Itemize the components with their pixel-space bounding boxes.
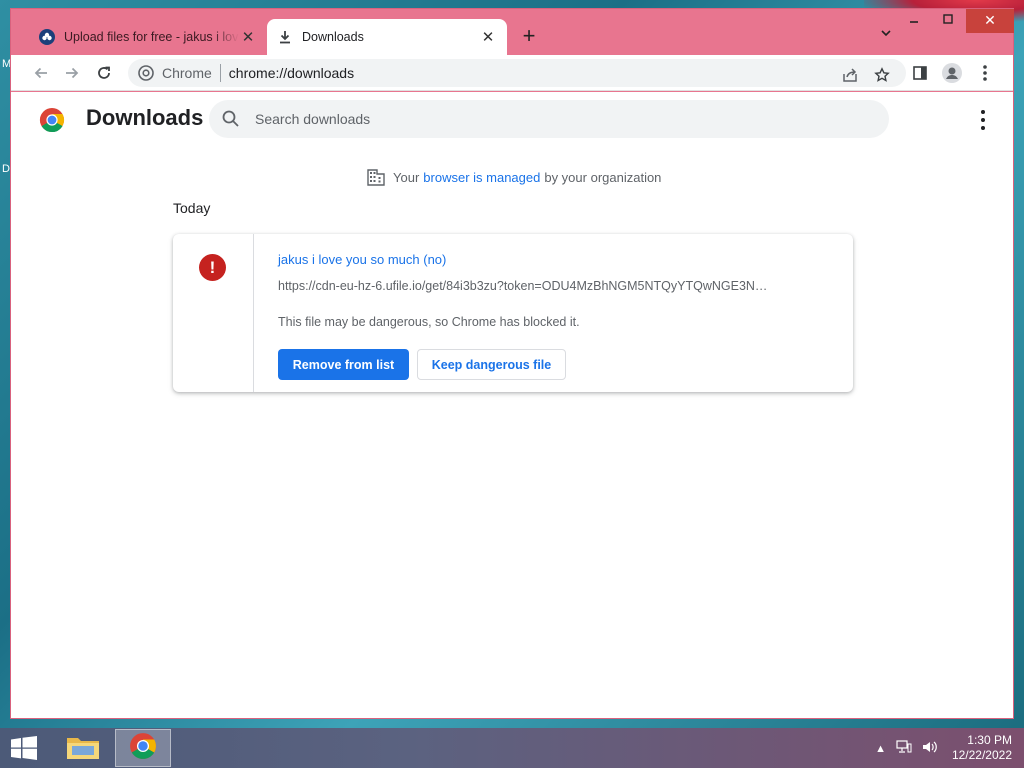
managed-link[interactable]: browser is managed bbox=[423, 170, 540, 185]
omnibox-url: chrome://downloads bbox=[228, 65, 355, 81]
reload-icon[interactable] bbox=[92, 61, 116, 85]
chevron-down-icon[interactable] bbox=[875, 27, 897, 49]
browser-toolbar: Chrome chrome://downloads bbox=[11, 55, 1013, 91]
tab-strip: Upload files for free - jakus i love you… bbox=[11, 9, 1014, 55]
managed-suffix: by your organization bbox=[544, 169, 662, 185]
tab-downloads[interactable]: Downloads ✕ bbox=[267, 19, 507, 55]
download-item-icon-column: ! bbox=[173, 234, 254, 392]
star-icon[interactable] bbox=[870, 63, 894, 87]
omnibox-chip: Chrome bbox=[162, 65, 212, 81]
tab-ufile[interactable]: Upload files for free - jakus i love you… bbox=[29, 19, 267, 55]
download-status: This file may be dangerous, so Chrome ha… bbox=[278, 315, 580, 329]
remove-from-list-button[interactable]: Remove from list bbox=[278, 349, 409, 380]
chrome-logo-icon bbox=[39, 107, 65, 133]
date-group-heading: Today bbox=[173, 200, 211, 216]
more-actions-icon[interactable] bbox=[979, 110, 987, 130]
building-icon bbox=[367, 168, 385, 186]
search-input[interactable] bbox=[255, 111, 855, 127]
chrome-icon bbox=[129, 732, 157, 765]
keep-dangerous-file-button[interactable]: Keep dangerous file bbox=[417, 349, 566, 380]
downloads-page: Downloads Your browser is managed by you… bbox=[11, 92, 1013, 718]
profile-avatar-icon[interactable] bbox=[940, 61, 964, 85]
managed-notice: Your browser is managed by your organiza… bbox=[367, 168, 661, 186]
new-tab-button[interactable]: + bbox=[517, 25, 541, 49]
share-icon[interactable] bbox=[838, 63, 862, 87]
minimize-button[interactable] bbox=[897, 9, 931, 33]
folder-icon bbox=[66, 732, 100, 765]
download-item: ! jakus i love you so much (no) https://… bbox=[173, 234, 853, 392]
close-icon[interactable]: ✕ bbox=[239, 28, 257, 46]
clock-date: 12/22/2022 bbox=[951, 748, 1012, 762]
tab-title: Downloads bbox=[302, 30, 364, 44]
volume-icon[interactable] bbox=[922, 740, 938, 757]
ufile-icon bbox=[39, 29, 55, 45]
page-title: Downloads bbox=[86, 105, 204, 130]
side-panel-icon[interactable] bbox=[908, 61, 932, 85]
clock-time: 1:30 PM bbox=[967, 733, 1012, 747]
show-hidden-icons-icon[interactable]: ▲ bbox=[875, 743, 886, 755]
warning-icon: ! bbox=[199, 254, 226, 281]
close-icon[interactable]: ✕ bbox=[479, 28, 497, 46]
file-explorer-taskbar-button[interactable] bbox=[55, 729, 111, 767]
download-icon bbox=[277, 29, 293, 45]
back-arrow-icon[interactable] bbox=[29, 61, 53, 85]
network-icon[interactable] bbox=[896, 740, 912, 757]
chrome-icon bbox=[138, 65, 154, 81]
menu-kebab-icon[interactable] bbox=[973, 61, 997, 85]
chrome-taskbar-button[interactable] bbox=[115, 729, 171, 767]
managed-prefix: Your bbox=[393, 169, 420, 185]
maximize-button[interactable] bbox=[931, 9, 965, 33]
search-icon bbox=[221, 109, 241, 129]
download-source-url: https://cdn-eu-hz-6.ufile.io/get/84i3b3z… bbox=[278, 279, 768, 293]
system-tray: ▲ bbox=[875, 740, 938, 757]
taskbar-clock[interactable]: 1:30 PM 12/22/2022 bbox=[952, 733, 1012, 763]
search-box[interactable] bbox=[209, 100, 889, 138]
download-file-name[interactable]: jakus i love you so much (no) bbox=[278, 252, 446, 267]
address-bar[interactable]: Chrome chrome://downloads bbox=[128, 59, 906, 87]
desktop-icon-label: D bbox=[2, 163, 10, 175]
tab-title: Upload files for free - jakus i love you… bbox=[64, 30, 239, 44]
forward-arrow-icon[interactable] bbox=[60, 61, 84, 85]
start-button[interactable] bbox=[10, 736, 38, 760]
taskbar: ▲ 1:30 PM 12/22/2022 bbox=[0, 728, 1024, 768]
browser-window: Upload files for free - jakus i love you… bbox=[10, 8, 1014, 719]
window-close-button[interactable]: ✕ bbox=[966, 9, 1014, 33]
downloads-header: Downloads bbox=[11, 92, 1013, 148]
omnibox-divider bbox=[219, 64, 221, 82]
